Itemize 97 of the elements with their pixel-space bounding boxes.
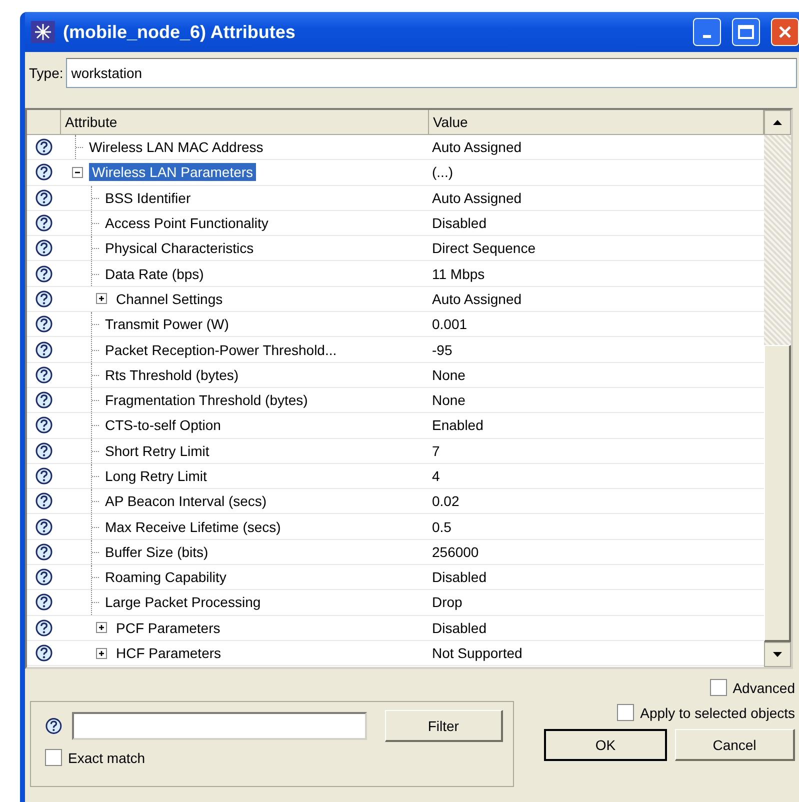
column-header[interactable]: Value	[429, 110, 764, 135]
attribute-name[interactable]: Data Rate (bps)	[102, 264, 207, 283]
minimize-icon	[703, 34, 711, 38]
close-button[interactable]	[771, 18, 799, 46]
scroll-thumb[interactable]	[764, 345, 791, 642]
attribute-name[interactable]: Physical Characteristics	[102, 239, 257, 258]
help-icon[interactable]	[34, 366, 52, 384]
minimize-button[interactable]	[693, 18, 721, 46]
expand-icon[interactable]	[96, 293, 107, 304]
down-arrow-icon	[773, 652, 782, 657]
help-icon[interactable]	[34, 138, 52, 156]
help-icon[interactable]	[34, 163, 52, 182]
attribute-value[interactable]: Drop	[428, 594, 764, 610]
filter-field[interactable]	[72, 712, 367, 740]
expand-icon[interactable]	[96, 622, 107, 634]
help-icon[interactable]	[34, 214, 52, 232]
maximize-button[interactable]	[732, 18, 760, 46]
help-icon[interactable]	[45, 717, 62, 735]
attribute-name[interactable]: Rts Threshold (bytes)	[102, 366, 242, 384]
help-icon[interactable]	[34, 340, 52, 359]
attribute-name[interactable]: CTS-to-self Option	[102, 416, 224, 434]
type-field[interactable]: workstation	[66, 58, 797, 88]
help-icon[interactable]	[34, 264, 52, 283]
checkbox-label[interactable]: Advanced	[732, 680, 795, 696]
attribute-value[interactable]: None	[428, 392, 764, 408]
attribute-name[interactable]: Large Packet Processing	[102, 593, 264, 612]
attribute-value[interactable]: None	[428, 366, 764, 383]
attribute-value[interactable]: 0.02	[428, 493, 764, 510]
attribute-value[interactable]: Direct Sequence	[428, 240, 764, 256]
attribute-value[interactable]: Disabled	[428, 215, 764, 232]
attribute-name[interactable]: Long Retry Limit	[102, 467, 210, 485]
cancel-button[interactable]: Cancel	[675, 729, 795, 761]
attribute-value[interactable]: Disabled	[428, 569, 764, 586]
checkbox[interactable]	[617, 704, 634, 721]
attribute-value[interactable]: 7	[428, 442, 764, 459]
attribute-name[interactable]: Access Point Functionality	[102, 214, 272, 232]
attribute-name[interactable]: Channel Settings	[113, 290, 226, 308]
attribute-value[interactable]: -95	[428, 342, 764, 358]
attribute-value[interactable]: Auto Assigned	[428, 190, 764, 206]
checkbox-label[interactable]: Exact match	[68, 750, 146, 766]
help-icon[interactable]	[34, 315, 52, 334]
attribute-value[interactable]: 0.5	[428, 518, 764, 535]
ok-button[interactable]: OK	[544, 729, 667, 761]
window-title: (mobile_node_6) Attributes	[63, 22, 296, 42]
attribute-name[interactable]: Transmit Power (W)	[102, 315, 232, 334]
attribute-value[interactable]: 0.001	[428, 316, 764, 332]
attribute-name[interactable]: Wireless LAN Parameters	[89, 163, 256, 182]
attribute-name[interactable]: Buffer Size (bits)	[102, 542, 212, 561]
attribute-value[interactable]: Disabled	[428, 620, 764, 636]
attribute-name[interactable]: Roaming Capability	[102, 568, 230, 586]
help-icon[interactable]	[34, 188, 52, 207]
help-icon[interactable]	[34, 467, 52, 485]
attribute-name[interactable]: PCF Parameters	[113, 618, 224, 637]
attribute-value[interactable]: Auto Assigned	[428, 139, 764, 156]
column-header[interactable]: Attribute	[61, 110, 429, 135]
filter-button[interactable]: Filter	[384, 710, 503, 742]
up-arrow-icon	[773, 120, 782, 125]
collapse-icon[interactable]	[72, 166, 83, 178]
attribute-value[interactable]: Enabled	[428, 417, 764, 434]
attribute-name[interactable]: Wireless LAN MAC Address	[86, 138, 266, 156]
expand-icon[interactable]	[96, 648, 107, 659]
attribute-value[interactable]: 256000	[428, 544, 764, 560]
help-icon[interactable]	[34, 542, 52, 561]
help-icon[interactable]	[34, 518, 52, 536]
attribute-name[interactable]: AP Beacon Interval (secs)	[102, 492, 270, 510]
help-icon[interactable]	[34, 391, 52, 410]
help-icon[interactable]	[34, 290, 52, 308]
close-icon	[778, 25, 792, 39]
attribute-name[interactable]: Short Retry Limit	[102, 442, 212, 460]
help-icon[interactable]	[34, 239, 52, 258]
attribute-value[interactable]: Auto Assigned	[428, 290, 764, 307]
help-icon[interactable]	[34, 568, 52, 586]
help-icon[interactable]	[34, 416, 52, 434]
help-icon[interactable]	[34, 593, 52, 612]
attribute-name[interactable]: Packet Reception-Power Threshold...	[102, 340, 340, 359]
star-icon	[31, 21, 55, 43]
scroll-up-button[interactable]	[764, 110, 791, 135]
help-icon[interactable]	[34, 492, 52, 510]
type-label: Type:	[29, 65, 64, 81]
header-corner	[27, 110, 61, 135]
checkbox[interactable]	[45, 749, 62, 766]
help-icon[interactable]	[34, 618, 52, 637]
attribute-name[interactable]: BSS Identifier	[102, 188, 194, 207]
attribute-value[interactable]: 4	[428, 468, 764, 484]
attribute-value[interactable]: Not Supported	[428, 645, 764, 662]
attribute-value[interactable]: 11 Mbps	[428, 266, 764, 282]
help-icon[interactable]	[34, 644, 52, 662]
attribute-name[interactable]: Fragmentation Threshold (bytes)	[102, 391, 311, 410]
checkbox[interactable]	[710, 679, 727, 696]
scrollbar[interactable]	[764, 110, 791, 667]
help-icon[interactable]	[34, 442, 52, 460]
attribute-name[interactable]: HCF Parameters	[113, 644, 224, 662]
checkbox-label[interactable]: Apply to selected objects	[640, 704, 795, 720]
attribute-value[interactable]: (...)	[428, 164, 764, 180]
attribute-name[interactable]: Max Receive Lifetime (secs)	[102, 518, 284, 536]
scroll-down-button[interactable]	[764, 642, 791, 667]
maximize-icon	[738, 25, 754, 39]
